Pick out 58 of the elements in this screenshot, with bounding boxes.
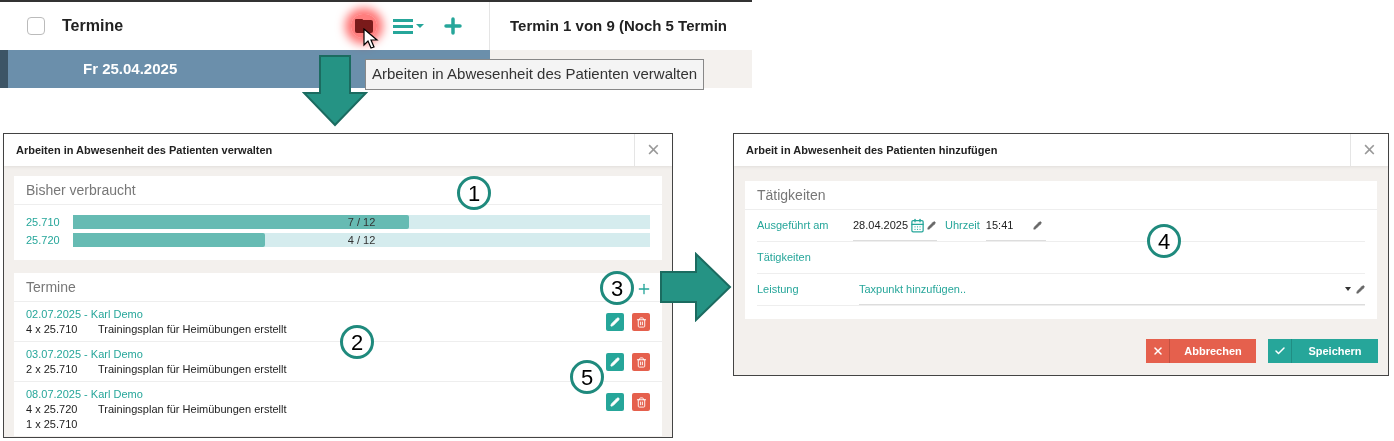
edit-button[interactable] xyxy=(606,393,624,411)
quantity-text: 4 x 25.710 xyxy=(26,322,79,337)
pencil-icon[interactable] xyxy=(1032,220,1042,230)
delete-button[interactable] xyxy=(632,393,650,411)
appointment-link[interactable]: 08.07.2025 - Karl Demo xyxy=(26,387,287,402)
calendar-icon[interactable] xyxy=(910,217,926,233)
tooltip: Arbeiten in Abwesenheit des Patienten verwalten xyxy=(365,59,705,90)
edit-button[interactable] xyxy=(606,313,624,331)
trash-icon xyxy=(635,356,647,368)
section-title: Bisher verbraucht xyxy=(26,180,136,200)
description-text: Trainingsplan für Heimübungen erstellt xyxy=(98,362,287,377)
pencil-icon xyxy=(610,317,620,327)
dialog-title: Arbeit in Abwesenheit des Patienten hinzufügen xyxy=(746,142,998,158)
trash-icon xyxy=(635,396,647,408)
dialog-title: Arbeiten in Abwesenheit des Patienten verwalten xyxy=(16,142,273,158)
save-button[interactable]: Speichern xyxy=(1268,339,1378,363)
panel-title: Termine xyxy=(62,16,124,36)
appointment-heading: Termin 1 von 9 (Noch 5 Termin xyxy=(510,15,727,36)
section-title: Tätigkeiten xyxy=(757,185,826,205)
section-title: Termine xyxy=(26,277,76,297)
trash-icon xyxy=(635,316,647,328)
code-label: 25.710 xyxy=(26,214,61,230)
cancel-button[interactable]: Abbrechen xyxy=(1146,339,1256,363)
code-label: 25.720 xyxy=(26,232,61,248)
x-icon xyxy=(1151,345,1164,357)
quantity-text: 2 x 25.710 xyxy=(26,362,79,377)
caret-icon[interactable] xyxy=(1344,286,1352,292)
appointment-link[interactable]: 03.07.2025 - Karl Demo xyxy=(26,347,287,362)
right-arrow xyxy=(660,252,732,322)
pencil-icon xyxy=(610,397,620,407)
delete-button[interactable] xyxy=(632,313,650,331)
quantity-text: 1 x 25.710 xyxy=(26,417,79,432)
date-field[interactable]: 28.04.2025 xyxy=(853,210,937,241)
close-button[interactable]: × xyxy=(634,134,672,166)
field-label: Uhrzeit xyxy=(945,218,980,234)
field-label: Leistung xyxy=(757,282,800,298)
description-text: Trainingsplan für Heimübungen erstellt xyxy=(98,322,287,337)
pencil-icon xyxy=(610,357,620,367)
pencil-icon[interactable] xyxy=(927,220,937,230)
pencil-icon[interactable] xyxy=(1356,284,1365,294)
check-icon xyxy=(1273,345,1286,357)
down-arrow xyxy=(302,55,368,127)
add-icon[interactable] xyxy=(636,281,652,297)
menu-icon[interactable] xyxy=(393,17,425,35)
progress-reading: 4 / 12 xyxy=(346,233,377,247)
time-field[interactable]: 15:41 xyxy=(985,210,1046,241)
close-button[interactable]: × xyxy=(1350,134,1388,166)
appointment-link[interactable]: 02.07.2025 - Karl Demo xyxy=(26,307,287,322)
edit-button[interactable] xyxy=(606,353,624,371)
field-label: Ausgeführt am xyxy=(757,218,830,234)
field-label: Tätigkeiten xyxy=(757,250,811,266)
add-icon[interactable] xyxy=(441,14,465,38)
progress-reading: 7 / 12 xyxy=(346,215,377,229)
delete-button[interactable] xyxy=(632,353,650,371)
description-text: Trainingsplan für Heimübungen erstellt xyxy=(98,402,287,417)
checkbox[interactable] xyxy=(27,17,45,35)
quantity-text: 4 x 25.720 xyxy=(26,402,79,417)
service-select[interactable]: Taxpunkt hinzufügen.. xyxy=(859,274,1365,305)
